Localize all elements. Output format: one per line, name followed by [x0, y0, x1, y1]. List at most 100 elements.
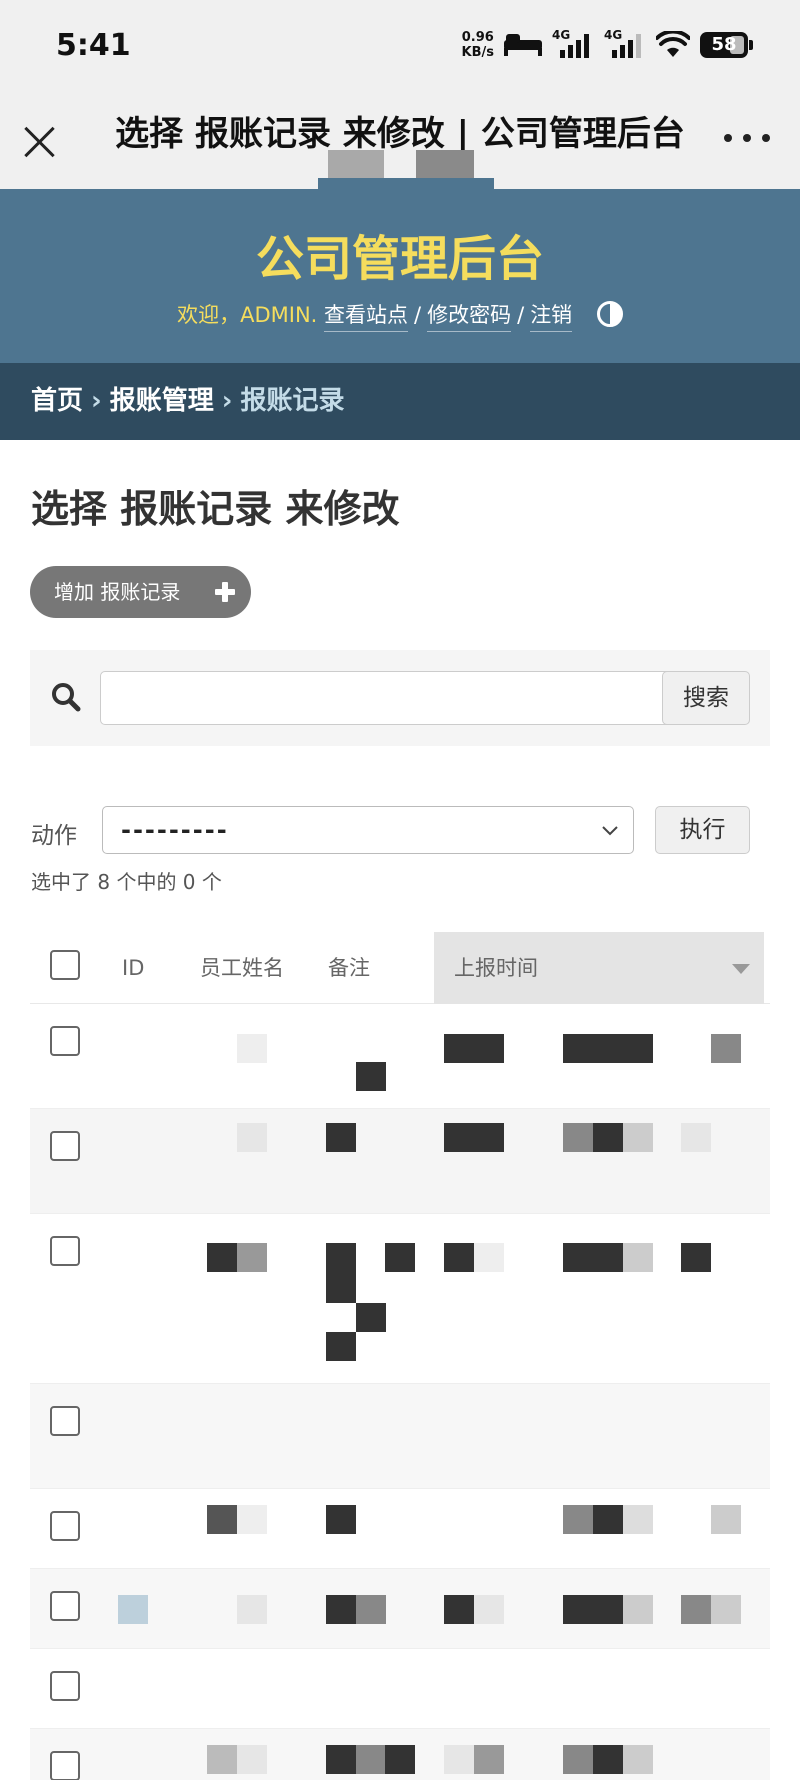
network-speed-value: 0.96	[461, 30, 494, 45]
more-icon[interactable]	[724, 130, 770, 146]
breadcrumb-current: 报账记录	[240, 386, 345, 416]
row-checkbox[interactable]	[50, 1751, 80, 1780]
breadcrumb-separator: ›	[91, 386, 102, 416]
breadcrumb-separator: ›	[221, 386, 233, 416]
view-site-link[interactable]: 查看站点	[324, 303, 409, 332]
row-checkbox[interactable]	[50, 1026, 80, 1056]
battery-icon: 58	[700, 32, 753, 58]
row-checkbox[interactable]	[50, 1131, 80, 1161]
redacted-cell	[711, 1505, 741, 1534]
status-time: 5:41	[56, 28, 131, 63]
redacted-cell	[326, 1123, 356, 1152]
column-header-note[interactable]: 备注	[328, 932, 370, 1004]
site-name[interactable]: 公司管理后台	[0, 219, 800, 289]
result-table: ID 员工姓名 备注 上报时间	[30, 932, 770, 1780]
redacted-cell	[444, 1745, 474, 1774]
row-checkbox[interactable]	[50, 1671, 80, 1701]
signal-icon: 4G	[604, 28, 646, 60]
plus-icon	[215, 582, 235, 602]
redacted-cell	[593, 1123, 623, 1152]
breadcrumb-home[interactable]: 首页	[31, 386, 83, 416]
search-button[interactable]: 搜索	[662, 671, 750, 725]
redacted-cell	[623, 1123, 653, 1152]
redacted-cell	[207, 1505, 237, 1534]
close-icon[interactable]	[22, 124, 58, 160]
redacted-cell	[681, 1123, 711, 1152]
webview-title: 选择 报账记录 来修改 | 公司管理后台	[115, 114, 685, 154]
column-header-report-time[interactable]: 上报时间	[434, 932, 764, 1004]
redacted-cell	[474, 1595, 504, 1624]
table-row[interactable]	[30, 1649, 770, 1729]
user-tools: 欢迎，ADMIN. 查看站点 / 修改密码 / 注销	[0, 299, 800, 332]
redacted-cell	[237, 1123, 267, 1152]
table-row[interactable]	[30, 1384, 770, 1489]
action-select[interactable]: ---------	[102, 806, 634, 854]
network-speed: 0.96 KB/s	[462, 30, 494, 60]
change-password-link[interactable]: 修改密码	[427, 303, 512, 332]
table-row[interactable]	[30, 1214, 770, 1384]
redacted-cell	[326, 1505, 356, 1534]
redacted-cell	[711, 1034, 741, 1063]
redacted-cell	[563, 1123, 593, 1152]
select-all-checkbox[interactable]	[50, 950, 80, 980]
redacted-cell	[356, 1062, 386, 1091]
column-header-report-time-label: 上报时间	[454, 956, 538, 980]
battery-level: 58	[711, 34, 737, 55]
action-selected-value: ---------	[121, 816, 229, 844]
table-row[interactable]	[30, 1004, 770, 1109]
breadcrumb: 首页 › 报账管理 › 报账记录	[0, 363, 800, 440]
redacted-cell	[326, 1243, 356, 1303]
redacted-cell	[593, 1745, 623, 1774]
redacted-cell	[237, 1745, 267, 1774]
row-checkbox[interactable]	[50, 1406, 80, 1436]
webview-nav: 选择 报账记录 来修改 | 公司管理后台	[0, 90, 800, 192]
redacted-cell	[474, 1243, 504, 1272]
signal-icon: 4G	[552, 28, 594, 60]
admin-header: 公司管理后台 欢迎，ADMIN. 查看站点 / 修改密码 / 注销	[0, 189, 800, 363]
action-label: 动作	[31, 823, 77, 849]
sort-descending-icon[interactable]	[732, 964, 750, 974]
redacted-cell	[593, 1505, 623, 1534]
logout-link[interactable]: 注销	[530, 303, 573, 332]
breadcrumb-app[interactable]: 报账管理	[110, 386, 214, 416]
table-row[interactable]	[30, 1109, 770, 1214]
theme-toggle-icon[interactable]	[596, 301, 623, 327]
redacted-cell	[237, 1595, 267, 1624]
table-row[interactable]	[30, 1569, 770, 1649]
add-record-button[interactable]: 增加 报账记录	[30, 566, 251, 618]
row-checkbox[interactable]	[50, 1591, 80, 1621]
redacted-cell	[623, 1595, 653, 1624]
redacted-cell	[326, 1595, 356, 1624]
redacted-cell	[563, 1034, 653, 1063]
table-row[interactable]	[30, 1489, 770, 1569]
redacted-cell	[623, 1243, 653, 1272]
table-row[interactable]	[30, 1729, 770, 1780]
redacted-cell	[563, 1745, 593, 1774]
wifi-icon	[656, 31, 690, 57]
redacted-cell	[207, 1243, 237, 1272]
redacted-cell	[444, 1034, 504, 1063]
search-input[interactable]	[100, 671, 672, 725]
redacted-cell	[385, 1243, 415, 1272]
redacted-cell	[474, 1745, 504, 1774]
signal-type: 4G	[552, 28, 571, 42]
separator: /	[517, 303, 525, 327]
column-header-id[interactable]: ID	[122, 932, 144, 1004]
redacted-cell	[444, 1243, 474, 1272]
page-title: 选择 报账记录 来修改	[31, 487, 400, 531]
add-record-label: 增加 报账记录	[54, 580, 181, 604]
redacted-cell	[118, 1595, 148, 1624]
row-checkbox[interactable]	[50, 1511, 80, 1541]
redacted-cell	[681, 1595, 711, 1624]
redacted-cell	[356, 1595, 386, 1624]
welcome-text: 欢迎，ADMIN.	[177, 303, 318, 327]
column-header-employee[interactable]: 员工姓名	[200, 932, 284, 1004]
redacted-cell	[623, 1745, 653, 1774]
redacted-cell	[444, 1123, 504, 1152]
run-action-button[interactable]: 执行	[655, 806, 750, 854]
row-checkbox[interactable]	[50, 1236, 80, 1266]
search-icon	[52, 683, 81, 712]
redacted-cell	[711, 1595, 741, 1624]
search-bar: 搜索	[30, 650, 770, 746]
redacted-cell	[237, 1243, 267, 1272]
